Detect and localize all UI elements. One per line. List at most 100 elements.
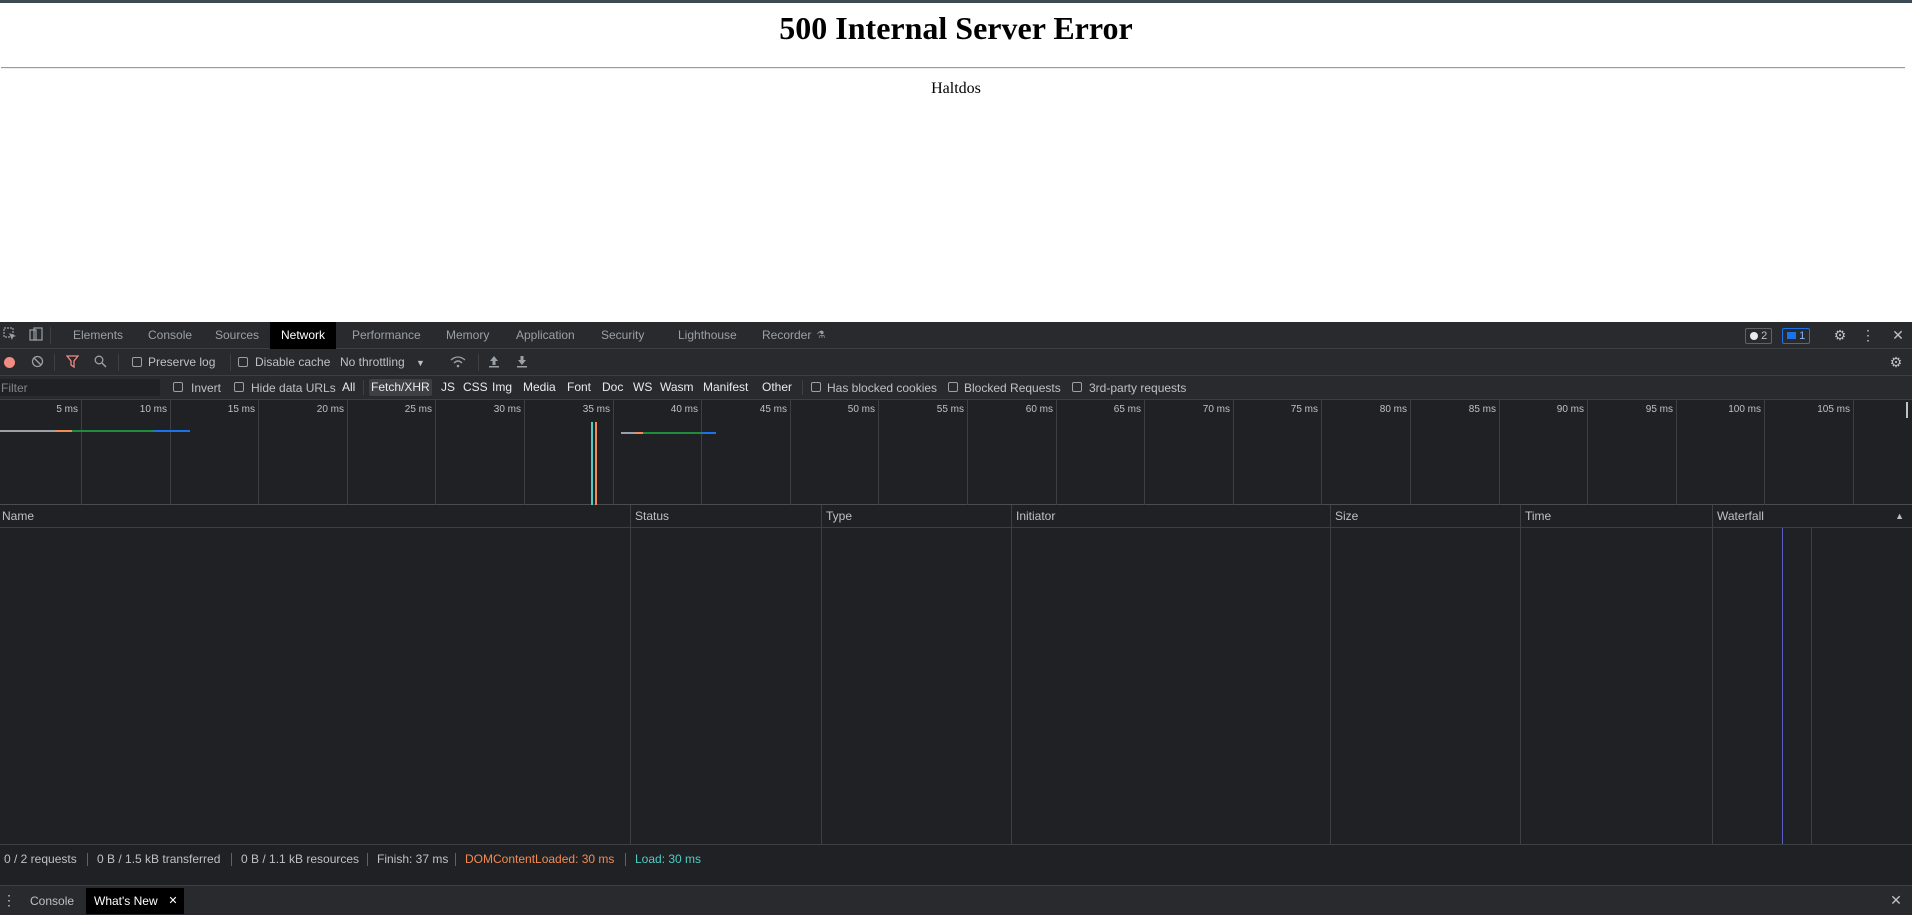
hide-data-urls-label: Hide data URLs (251, 381, 336, 395)
timeline-gridline (1144, 400, 1145, 505)
close-tab-icon[interactable]: ✕ (168, 888, 177, 914)
flask-icon: ⚗ (816, 330, 826, 341)
network-status-bar: 0 / 2 requests 0 B / 1.5 kB transferred … (0, 844, 1912, 872)
timeline-gridline (1853, 400, 1854, 505)
drawer-menu-icon[interactable]: ⋮ (1, 892, 17, 908)
timeline-tick-label: 40 ms (670, 404, 698, 415)
tab-network[interactable]: Network (270, 322, 337, 349)
timeline-gridline (1410, 400, 1411, 505)
column-divider[interactable] (1011, 505, 1012, 844)
type-filter-ws[interactable]: WS (631, 379, 654, 396)
column-divider[interactable] (1330, 505, 1331, 844)
type-filter-media[interactable]: Media (521, 379, 558, 396)
tab-memory[interactable]: Memory (435, 322, 500, 349)
timeline-tick-label: 95 ms (1645, 404, 1673, 415)
drawer-tab-console[interactable]: Console (22, 888, 82, 914)
column-divider[interactable] (630, 505, 631, 844)
finish-time: Finish: 37 ms (377, 852, 449, 866)
timeline-gridline (1587, 400, 1588, 505)
disable-cache-label: Disable cache (255, 355, 331, 369)
type-filter-js[interactable]: JS (439, 379, 457, 396)
filter-funnel-icon[interactable] (65, 355, 80, 370)
column-header-name[interactable]: Name (0, 505, 630, 528)
column-header-size[interactable]: Size (1331, 505, 1520, 528)
tab-sources[interactable]: Sources (204, 322, 270, 349)
tab-recorder[interactable]: Recorder ⚗ (751, 322, 833, 349)
inspect-element-icon[interactable] (2, 327, 18, 343)
timeline-tick-label: 10 ms (139, 404, 167, 415)
toolbar-separator (230, 354, 231, 371)
issues-badge[interactable]: 2 (1745, 328, 1773, 344)
settings-gear-icon[interactable]: ⚙ (1832, 327, 1848, 343)
type-filter-css[interactable]: CSS (461, 379, 490, 396)
type-filter-other[interactable]: Other (760, 379, 794, 396)
column-header-type[interactable]: Type (822, 505, 1011, 528)
type-filter-img[interactable]: Img (490, 379, 514, 396)
timeline-gridline (524, 400, 525, 505)
close-drawer-icon[interactable]: ✕ (1888, 892, 1904, 908)
waterfall-label: Waterfall (1717, 509, 1764, 523)
clear-icon[interactable] (30, 355, 45, 370)
type-filter-fetch-xhr[interactable]: Fetch/XHR (369, 379, 432, 396)
devtools-tabbar: Elements Console Sources Network Perform… (0, 322, 1912, 349)
close-devtools-icon[interactable]: ✕ (1890, 327, 1906, 343)
tab-lighthouse[interactable]: Lighthouse (667, 322, 748, 349)
hide-data-urls-checkbox[interactable] (234, 382, 244, 392)
network-settings-gear-icon[interactable]: ⚙ (1888, 354, 1904, 370)
issues-count: 2 (1761, 330, 1768, 342)
third-party-requests-checkbox[interactable] (1072, 382, 1082, 392)
tab-performance[interactable]: Performance (341, 322, 432, 349)
column-header-status[interactable]: Status (631, 505, 821, 528)
dom-content-loaded-marker (595, 422, 597, 505)
tab-console[interactable]: Console (137, 322, 203, 349)
record-icon[interactable] (2, 355, 17, 370)
timeline-tick-label: 25 ms (404, 404, 432, 415)
column-divider[interactable] (1520, 505, 1521, 844)
timeline-tick-label: 105 ms (1817, 404, 1850, 415)
export-har-icon[interactable] (514, 355, 529, 370)
network-conditions-icon[interactable] (450, 355, 466, 370)
filter-bar: Invert Hide data URLs All Fetch/XHR JS C… (0, 376, 1912, 400)
sort-ascending-icon: ▲ (1895, 511, 1904, 521)
column-header-initiator[interactable]: Initiator (1012, 505, 1330, 528)
status-separator (625, 853, 626, 866)
timeline-tick-label: 15 ms (227, 404, 255, 415)
overview-resize-handle[interactable] (1906, 402, 1908, 418)
overview-request-bar (701, 432, 716, 434)
column-divider[interactable] (821, 505, 822, 844)
type-filter-font[interactable]: Font (565, 379, 593, 396)
waterfall-grid-line (1811, 528, 1812, 844)
type-filter-all[interactable]: All (340, 379, 357, 396)
type-filter-wasm[interactable]: Wasm (658, 379, 696, 396)
device-toolbar-icon[interactable] (28, 327, 44, 343)
page-content: 500 Internal Server Error Haltdos (0, 0, 1912, 322)
type-filter-doc[interactable]: Doc (600, 379, 625, 396)
tab-application[interactable]: Application (505, 322, 586, 349)
timeline-gridline (790, 400, 791, 505)
throttling-select[interactable]: No throttling ▼ (340, 349, 425, 376)
blocked-requests-label: Blocked Requests (964, 381, 1061, 395)
drawer-tab-whats-new[interactable]: What's New ✕ (86, 888, 184, 914)
tab-elements[interactable]: Elements (62, 322, 134, 349)
timeline-overview[interactable]: 5 ms 10 ms 15 ms 20 ms 25 ms 30 ms 35 ms 40 ms 4… (0, 400, 1912, 505)
preserve-log-label: Preserve log (148, 355, 216, 369)
column-divider[interactable] (1712, 505, 1713, 844)
overview-request-bar (72, 430, 154, 432)
search-icon[interactable] (93, 355, 108, 370)
import-har-icon[interactable] (486, 355, 501, 370)
column-header-time[interactable]: Time (1521, 505, 1712, 528)
timeline-tick-label: 20 ms (316, 404, 344, 415)
has-blocked-cookies-checkbox[interactable] (811, 382, 821, 392)
invert-checkbox[interactable] (173, 382, 183, 392)
tab-security[interactable]: Security (590, 322, 655, 349)
messages-badge[interactable]: 1 (1782, 328, 1811, 344)
third-party-requests-label: 3rd-party requests (1089, 381, 1187, 395)
filter-input[interactable] (0, 379, 160, 396)
disable-cache-checkbox[interactable] (238, 357, 248, 367)
column-header-waterfall[interactable]: Waterfall ▲ (1713, 505, 1912, 528)
load-time: Load: 30 ms (635, 852, 702, 866)
preserve-log-checkbox[interactable] (132, 357, 142, 367)
blocked-requests-checkbox[interactable] (948, 382, 958, 392)
type-filter-manifest[interactable]: Manifest (701, 379, 750, 396)
more-options-icon[interactable]: ⋮ (1860, 327, 1876, 343)
